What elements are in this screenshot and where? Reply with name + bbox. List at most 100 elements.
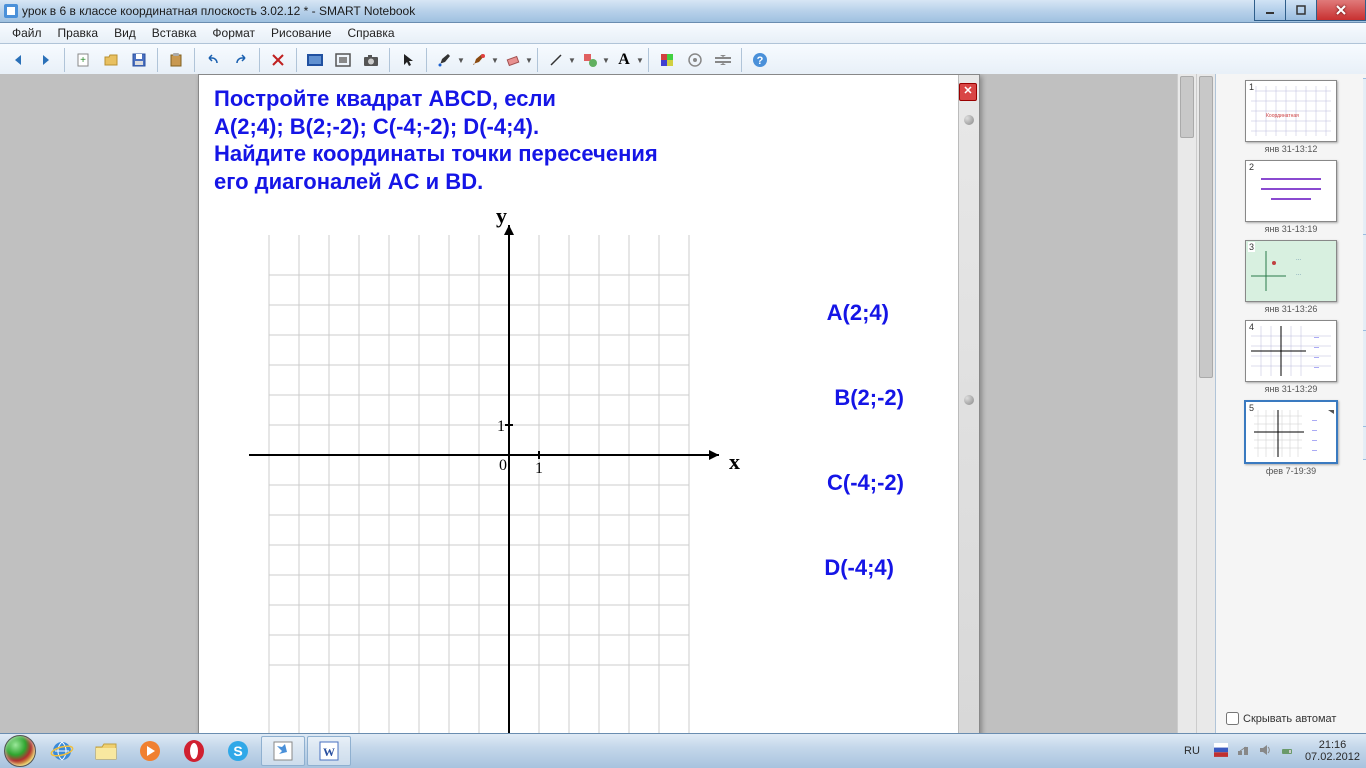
eraser-button[interactable]	[501, 48, 525, 72]
creative-pen-button[interactable]	[467, 48, 491, 72]
taskbar-ie-icon[interactable]	[41, 737, 83, 765]
dropdown-icon[interactable]: ▼	[491, 56, 499, 65]
autohide-checkbox[interactable]: Скрывать автомат	[1222, 709, 1336, 728]
svg-text:+: +	[80, 55, 86, 66]
task-text: Постройте квадрат ABCD, если A(2;4); B(2…	[214, 85, 658, 195]
start-button[interactable]	[0, 734, 40, 768]
taskbar-explorer-icon[interactable]	[85, 737, 127, 765]
toolbar-sep	[194, 48, 195, 72]
menu-format[interactable]: Формат	[204, 24, 263, 42]
toolbar-sep	[389, 48, 390, 72]
page-thumbnail-active[interactable]: 5 ———— фев 7-19:39	[1220, 400, 1362, 476]
pen-button[interactable]	[433, 48, 457, 72]
language-indicator[interactable]: RU	[1179, 742, 1205, 760]
page-handle-icon[interactable]	[964, 395, 974, 405]
page-thumbnail[interactable]: 4 ———— янв 31-13:29	[1220, 320, 1362, 394]
svg-text:—: —	[1314, 345, 1319, 351]
unit-y-label: 1	[497, 418, 505, 435]
page-side-strip: ✕	[958, 75, 979, 734]
menu-file[interactable]: Файл	[4, 24, 50, 42]
redo-button[interactable]	[229, 48, 253, 72]
dropdown-icon[interactable]: ▼	[457, 56, 465, 65]
page-thumbnail[interactable]: 2 янв 31-13:19	[1220, 160, 1362, 234]
close-button[interactable]	[1316, 0, 1366, 21]
capture-button[interactable]	[359, 48, 383, 72]
tray-clock[interactable]: 21:16 07.02.2012	[1305, 739, 1360, 763]
taskbar: S W RU 21:16 07.02.2012	[0, 733, 1366, 768]
taskbar-wmp-icon[interactable]	[129, 737, 171, 765]
menu-bar: Файл Правка Вид Вставка Формат Рисование…	[0, 23, 1366, 44]
task-line4: его диагоналей AC и BD.	[214, 168, 658, 196]
page-thumbnail[interactable]: 3 ······ янв 31-13:26	[1220, 240, 1362, 314]
svg-text:—: —	[1312, 418, 1317, 424]
open-button[interactable]	[99, 48, 123, 72]
thumbs-scrollbar[interactable]	[1196, 74, 1215, 734]
unit-x-label: 1	[535, 460, 543, 477]
help-button[interactable]: ?	[748, 48, 772, 72]
text-button[interactable]: A	[612, 48, 636, 72]
taskbar-notebook-icon[interactable]	[261, 736, 305, 766]
svg-text:—: —	[1314, 335, 1319, 341]
save-button[interactable]	[127, 48, 151, 72]
y-axis-label: y	[496, 203, 507, 229]
properties-button[interactable]	[683, 48, 707, 72]
point-b-label[interactable]: B(2;-2)	[834, 385, 904, 411]
menu-draw[interactable]: Рисование	[263, 24, 339, 42]
svg-text:—: —	[1312, 448, 1317, 454]
dropdown-icon[interactable]: ▼	[636, 56, 644, 65]
dropdown-icon[interactable]: ▼	[568, 56, 576, 65]
shape-button[interactable]	[578, 48, 602, 72]
notebook-page[interactable]: Постройте квадрат ABCD, если A(2;4); B(2…	[198, 74, 980, 734]
next-page-button[interactable]	[34, 48, 58, 72]
thumbnail-list: 1 Координатная янв 31-13:12 2 янв 31-13:…	[1216, 74, 1366, 734]
menu-insert[interactable]: Вставка	[144, 24, 205, 42]
fullscreen-button[interactable]	[331, 48, 355, 72]
prev-page-button[interactable]	[6, 48, 30, 72]
page-thumbnail[interactable]: 1 Координатная янв 31-13:12	[1220, 80, 1362, 154]
maximize-button[interactable]	[1285, 0, 1317, 21]
system-tray: RU 21:16 07.02.2012	[1179, 739, 1366, 763]
page-area: Постройте квадрат ABCD, если A(2;4); B(2…	[0, 74, 1196, 734]
select-button[interactable]	[396, 48, 420, 72]
toolbar-sep	[296, 48, 297, 72]
dropdown-icon[interactable]: ▼	[525, 56, 533, 65]
taskbar-opera-icon[interactable]	[173, 737, 215, 765]
page-handle-icon[interactable]	[964, 115, 974, 125]
point-c-label[interactable]: C(-4;-2)	[827, 470, 904, 496]
delete-button[interactable]	[266, 48, 290, 72]
tray-flag-icon[interactable]	[1214, 743, 1230, 759]
svg-text:?: ?	[757, 55, 764, 67]
paste-button[interactable]	[164, 48, 188, 72]
svg-text:W: W	[323, 745, 335, 759]
tray-network-icon[interactable]	[1236, 743, 1252, 759]
toolbar-sep	[64, 48, 65, 72]
line-button[interactable]	[544, 48, 568, 72]
page-sorter-sidebar: 1 Координатная янв 31-13:12 2 янв 31-13:…	[1215, 74, 1366, 734]
new-page-button[interactable]: +	[71, 48, 95, 72]
page-close-button[interactable]: ✕	[959, 83, 977, 101]
dropdown-icon[interactable]: ▼	[602, 56, 610, 65]
point-a-label[interactable]: A(2;4)	[827, 300, 889, 326]
taskbar-word-icon[interactable]: W	[307, 736, 351, 766]
menu-view[interactable]: Вид	[106, 24, 144, 42]
tray-volume-icon[interactable]	[1258, 743, 1274, 759]
coordinate-plane: 0 1 1	[219, 205, 739, 734]
svg-text:S: S	[233, 743, 242, 759]
move-toolbar-button[interactable]	[711, 48, 735, 72]
svg-text:—: —	[1312, 428, 1317, 434]
page-scrollbar[interactable]	[1177, 74, 1196, 734]
tray-safely-remove-icon[interactable]	[1280, 743, 1296, 759]
point-d-label[interactable]: D(-4;4)	[824, 555, 894, 581]
menu-edit[interactable]: Правка	[50, 24, 107, 42]
toolbar-sep	[157, 48, 158, 72]
undo-button[interactable]	[201, 48, 225, 72]
color-button[interactable]	[655, 48, 679, 72]
taskbar-skype-icon[interactable]: S	[217, 737, 259, 765]
app-icon	[4, 4, 18, 18]
toolbar-sep	[426, 48, 427, 72]
window-titlebar: урок в 6 в классе координатная плоскость…	[0, 0, 1366, 23]
minimize-button[interactable]	[1254, 0, 1286, 21]
menu-help[interactable]: Справка	[339, 24, 402, 42]
screen-shade-button[interactable]	[303, 48, 327, 72]
toolbar-sep	[741, 48, 742, 72]
